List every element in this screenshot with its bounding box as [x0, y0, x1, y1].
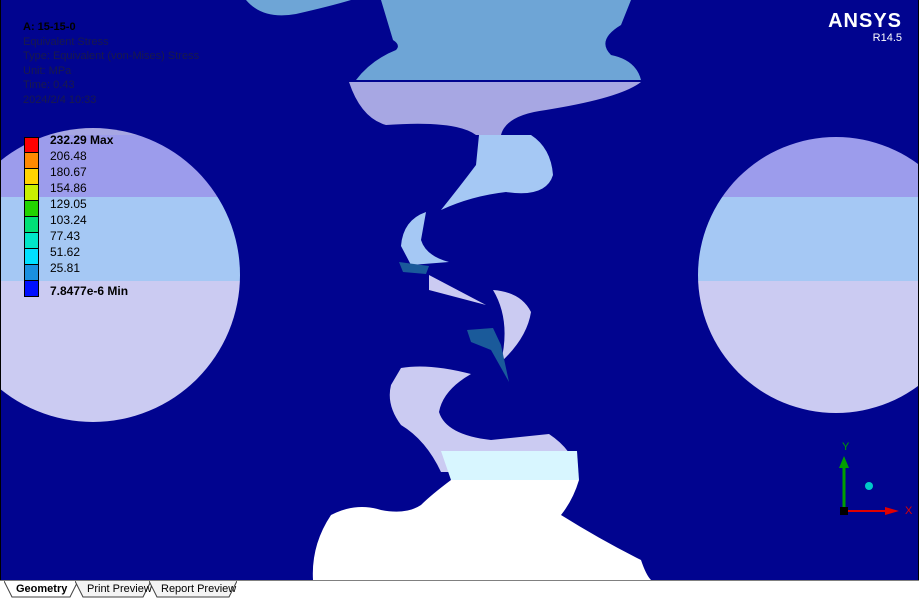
result-name: Equivalent Stress [23, 35, 109, 48]
right-part [698, 137, 918, 413]
legend-swatch [24, 217, 39, 233]
legend-value: 77.43 [50, 229, 81, 243]
graphics-viewport[interactable]: A: 15-15-0 Equivalent Stress Type: Equiv… [0, 0, 919, 580]
result-unit: Unit: MPa [23, 64, 72, 77]
legend-swatch [24, 185, 39, 201]
ansys-logo: ANSYS [828, 10, 902, 32]
triad-origin [840, 507, 848, 515]
legend-swatch [24, 137, 39, 153]
result-time: Time: 0.43 [23, 79, 75, 92]
ansys-brand: ANSYS R14.5 [828, 10, 902, 45]
upper-tooth-band [349, 82, 641, 135]
legend-value: 206.48 [50, 149, 87, 163]
left-part [1, 128, 240, 422]
analysis-title: A: 15-15-0 [23, 21, 76, 33]
legend-swatch [24, 201, 39, 217]
legend-swatch [24, 233, 39, 249]
legend-value: 154.86 [50, 181, 87, 195]
y-axis-label: Y [842, 441, 850, 453]
tooth-flank-1 [441, 135, 553, 210]
legend-value: 232.29 Max [50, 133, 114, 147]
x-axis-label: X [905, 505, 913, 517]
version-label: R14.5 [872, 32, 902, 44]
upper-tooth-region [246, 0, 641, 80]
tab-label: Print Preview [87, 583, 152, 595]
tab-geometry[interactable]: Geometry [4, 581, 78, 598]
view-tab-bar: Geometry Print Preview Report Preview [0, 580, 919, 598]
tab-label: Report Preview [161, 583, 237, 595]
legend-min-value: 7.8477e-6 Min [50, 284, 129, 298]
tab-report-preview[interactable]: Report Preview [149, 581, 237, 598]
legend-value: 51.62 [50, 245, 81, 259]
tooth-tip-dark-2 [467, 328, 509, 382]
legend-swatch [24, 265, 39, 281]
tab-label: Geometry [16, 583, 68, 595]
x-axis-head [885, 507, 899, 515]
coordinate-triad[interactable]: Y X [827, 436, 917, 526]
lower-body-white [312, 480, 651, 580]
lower-tooth-light [441, 451, 579, 480]
tooth-flank-3 [429, 275, 486, 305]
legend-swatch [24, 153, 39, 169]
z-axis-ball [865, 482, 873, 490]
legend-value: 129.05 [50, 197, 87, 211]
result-date: 2024/2/4 10:33 [23, 93, 97, 106]
result-type: Type: Equivalent (von-Mises) Stress [23, 50, 200, 63]
tab-print-preview[interactable]: Print Preview [75, 581, 152, 598]
result-info-block: A: 15-15-0 Equivalent Stress Type: Equiv… [23, 20, 199, 108]
y-axis-head [839, 456, 849, 468]
legend-value: 103.24 [50, 213, 87, 227]
legend-swatch [24, 281, 39, 297]
legend-value: 25.81 [50, 261, 81, 275]
tooth-flank-2 [401, 212, 449, 265]
legend-value: 180.67 [50, 165, 87, 179]
legend-swatch [24, 169, 39, 185]
legend-swatch [24, 249, 39, 265]
